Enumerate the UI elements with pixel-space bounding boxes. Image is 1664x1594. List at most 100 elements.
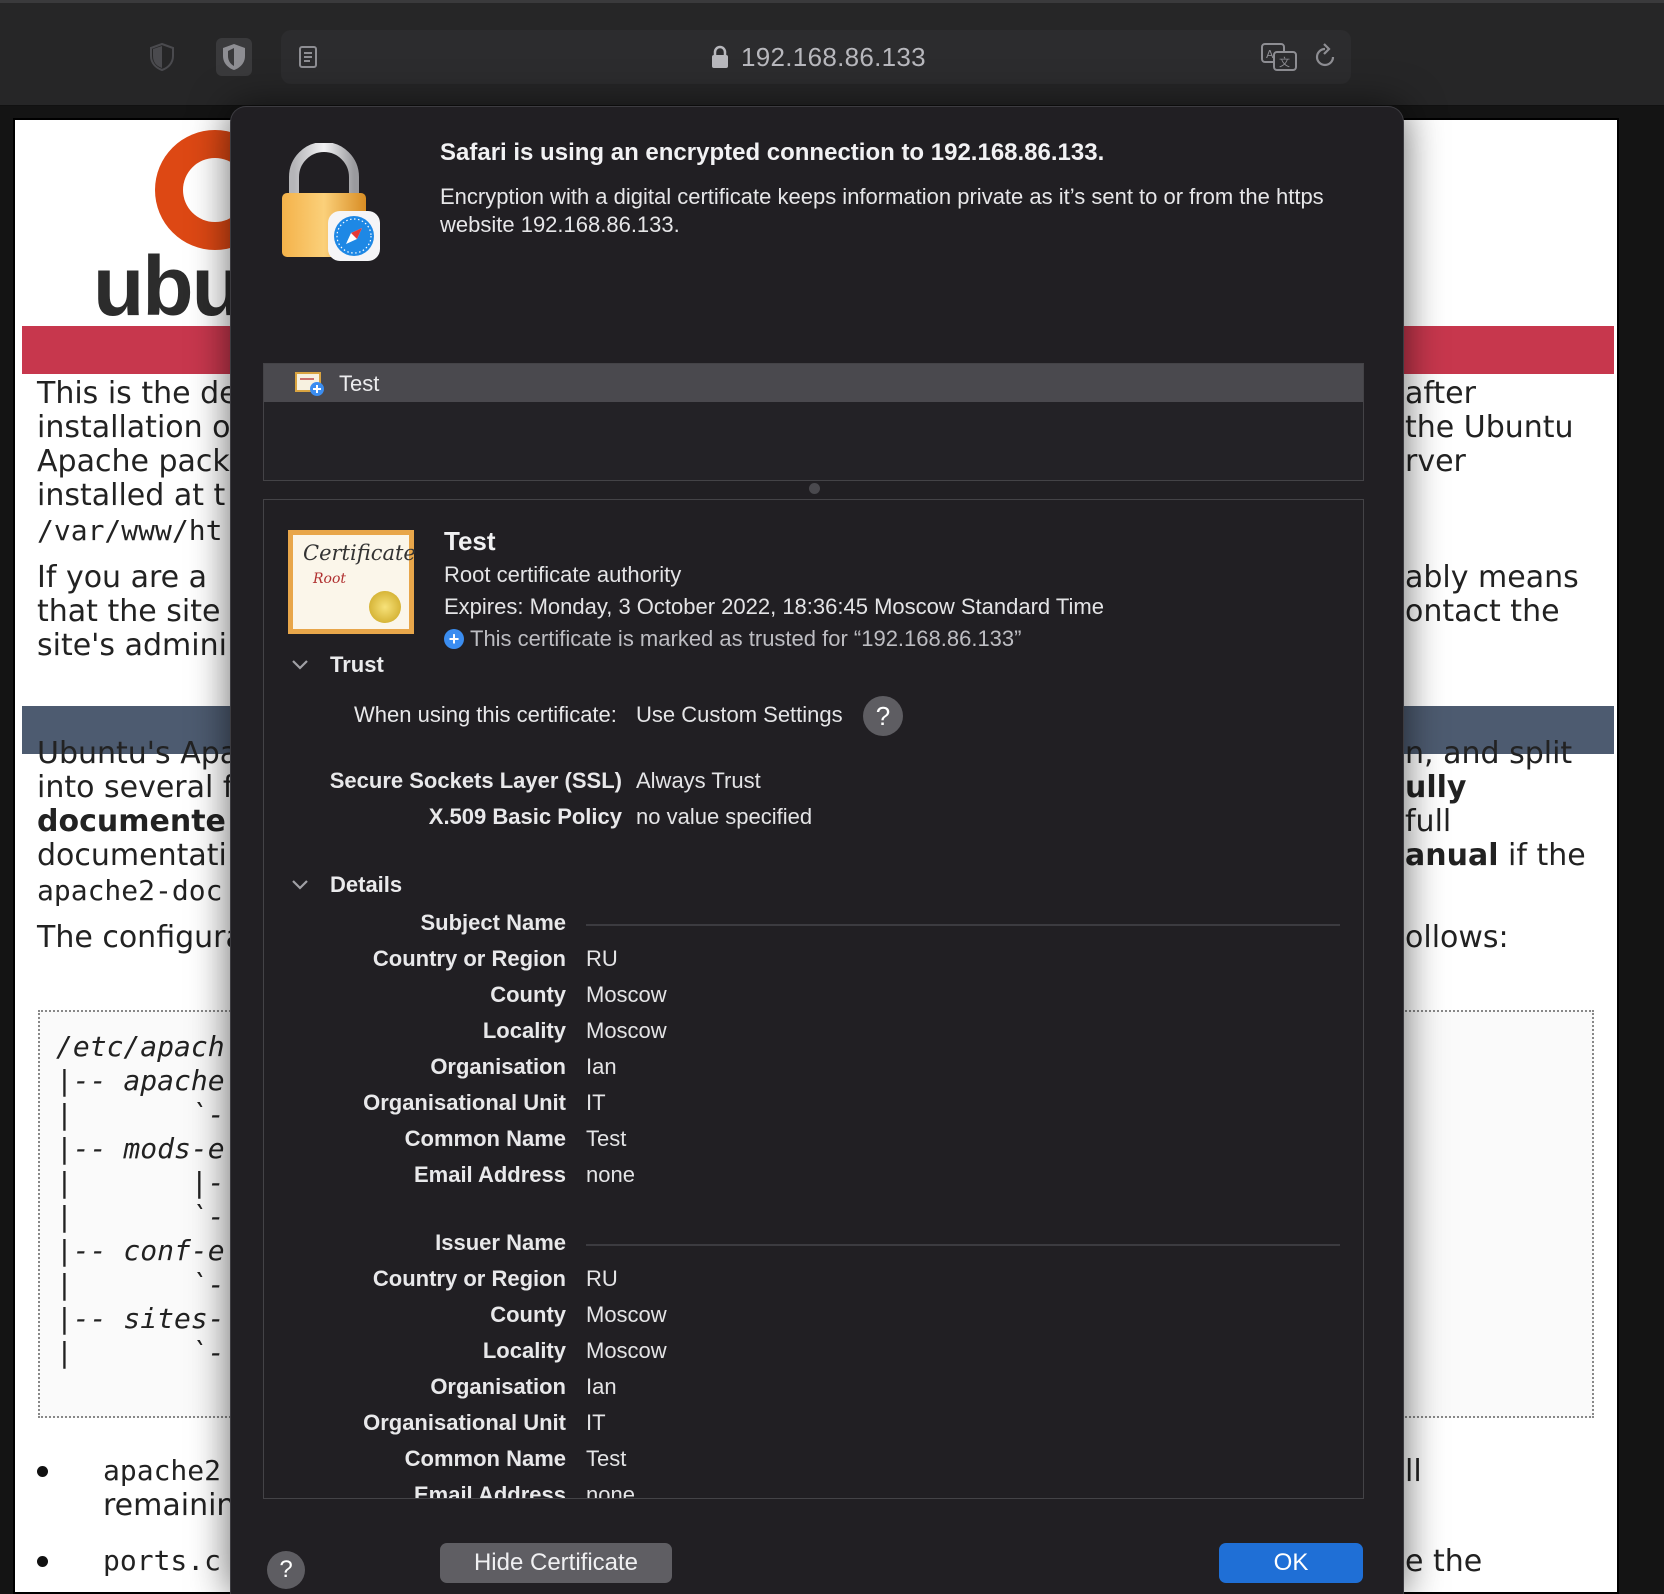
pane-splitter-handle[interactable] xyxy=(809,483,820,494)
overview-right-bold: ully xyxy=(1405,770,1467,805)
certificate-kind: Root certificate authority xyxy=(444,562,682,587)
tree-line: /etc/apach xyxy=(56,1030,225,1063)
subject-cn-label: Common Name xyxy=(404,1126,566,1151)
issuer-org-label: Organisation xyxy=(430,1374,566,1399)
overview-right-line: full xyxy=(1405,804,1452,839)
chain-item-label: Test xyxy=(339,371,380,396)
overview-right-line: anual if the xyxy=(1405,838,1586,874)
issuer-ou-value: IT xyxy=(586,1410,606,1435)
cert-image-sub: Root xyxy=(313,571,347,587)
intro2-line: that the site xyxy=(37,594,221,629)
privacy-shield-icon[interactable] xyxy=(144,38,180,76)
certificate-expiry: Expires: Monday, 3 October 2022, 18:36:4… xyxy=(444,594,1104,619)
intro-path: /var/www/ht xyxy=(37,514,223,547)
manual-link[interactable]: anual xyxy=(1405,838,1499,873)
subject-email-label: Email Address xyxy=(413,1162,566,1187)
trusted-plus-icon: + xyxy=(444,629,464,649)
trust-help-button[interactable]: ? xyxy=(863,696,903,736)
overview-mono: apache2-doc xyxy=(37,874,223,907)
subject-cn-value: Test xyxy=(586,1126,627,1151)
issuer-locality-value: Moscow xyxy=(586,1338,667,1363)
when-using-label: When using this certificate: xyxy=(354,702,617,727)
ok-button[interactable]: OK xyxy=(1219,1543,1363,1583)
help-button[interactable]: ? xyxy=(267,1551,305,1589)
secure-lock-icon[interactable] xyxy=(711,45,729,74)
svg-text:A: A xyxy=(1266,48,1274,61)
issuer-country-label: Country or Region xyxy=(372,1266,566,1291)
url-text[interactable]: 192.168.86.133 xyxy=(741,42,926,73)
logo-text: ubu xyxy=(93,239,243,333)
chain-item-test[interactable]: Test xyxy=(264,364,1363,402)
intro2-right-line: ably means xyxy=(1405,560,1579,595)
svg-text:文: 文 xyxy=(1279,55,1290,69)
subject-org-value: Ian xyxy=(586,1054,617,1079)
issuer-name-header: Issuer Name xyxy=(435,1230,566,1255)
subject-county-label: County xyxy=(490,982,566,1007)
overview-line: into several f xyxy=(37,770,234,805)
details-section-toggle[interactable]: Details xyxy=(288,872,402,898)
intro-line: This is the de xyxy=(37,376,238,411)
x509-select[interactable]: no value specified xyxy=(636,804,812,830)
certificate-name: Test xyxy=(444,526,496,556)
bullet2-right: e the xyxy=(1405,1544,1483,1579)
cert-image-title: Certificate xyxy=(303,541,416,565)
reload-icon[interactable] xyxy=(1313,43,1337,74)
subject-name-header: Subject Name xyxy=(420,910,567,935)
trusted-status: + This certificate is marked as trusted … xyxy=(444,626,1021,652)
certificate-dialog: Safari is using an encrypted connection … xyxy=(230,106,1404,1594)
subject-locality-value: Moscow xyxy=(586,1018,667,1043)
ssl-select[interactable]: Always Trust xyxy=(636,768,761,794)
tree-line: |-- sites- xyxy=(56,1302,225,1335)
tree-line: |-- mods-e xyxy=(56,1132,225,1165)
issuer-county-value: Moscow xyxy=(586,1302,667,1327)
intro-line: installation o xyxy=(37,410,231,445)
chevron-down-icon xyxy=(288,653,312,677)
intro2-right-line: ontact the xyxy=(1405,594,1560,629)
tree-line: |-- conf-e xyxy=(56,1234,225,1267)
subject-country-value: RU xyxy=(586,946,618,971)
extension-shield-icon[interactable] xyxy=(216,38,252,76)
subject-email-value: none xyxy=(586,1162,635,1187)
intro-line: Apache pack xyxy=(37,444,230,479)
certificate-detail-pane[interactable]: Certificate Root Test Root certificate a… xyxy=(263,499,1364,1499)
intro-right-line: after xyxy=(1405,376,1476,411)
subject-ou-label: Organisational Unit xyxy=(363,1090,566,1115)
dialog-title: Safari is using an encrypted connection … xyxy=(440,139,1105,166)
subject-locality-label: Locality xyxy=(482,1018,566,1043)
chevron-down-icon xyxy=(288,873,312,897)
certificate-image-icon: Certificate Root xyxy=(288,530,416,634)
intro-line: installed at t xyxy=(37,478,226,513)
tree-line: |-- apache xyxy=(56,1064,225,1097)
issuer-county-label: County xyxy=(490,1302,566,1327)
certificate-chain-list[interactable]: Test xyxy=(263,363,1364,481)
tree-line: | `- xyxy=(56,1200,225,1233)
overview-line: Ubuntu's Apa xyxy=(37,736,239,771)
intro2-line: If you are a xyxy=(37,560,208,595)
tree-line: | `- xyxy=(56,1098,225,1131)
issuer-email-value: none xyxy=(586,1482,635,1499)
config-intro-right: ollows: xyxy=(1405,920,1509,955)
subject-county-value: Moscow xyxy=(586,982,667,1007)
bullet-dot xyxy=(37,1556,48,1567)
dialog-description: Encryption with a digital certificate ke… xyxy=(440,184,1324,237)
issuer-locality-label: Locality xyxy=(482,1338,566,1363)
intro-right-line: rver xyxy=(1405,444,1466,479)
trust-section-toggle[interactable]: Trust xyxy=(288,652,384,678)
issuer-org-value: Ian xyxy=(586,1374,617,1399)
when-using-select[interactable]: Use Custom Settings xyxy=(636,702,843,728)
address-bar[interactable]: 192.168.86.133 A文 xyxy=(281,30,1351,84)
overview-right-tail: if the xyxy=(1498,838,1586,873)
hide-certificate-button[interactable]: Hide Certificate xyxy=(440,1543,672,1583)
overview-line: documentati xyxy=(37,838,227,873)
translate-icon[interactable]: A文 xyxy=(1261,43,1297,76)
trusted-status-text: This certificate is marked as trusted fo… xyxy=(470,626,1022,651)
reader-mode-icon[interactable] xyxy=(299,46,317,73)
issuer-ou-label: Organisational Unit xyxy=(363,1410,566,1435)
issuer-cn-label: Common Name xyxy=(404,1446,566,1471)
config-intro: The configura xyxy=(37,920,244,955)
intro2-line: site's admini xyxy=(37,628,227,663)
ssl-label: Secure Sockets Layer (SSL) xyxy=(329,768,622,793)
trust-header: Trust xyxy=(330,652,384,677)
tree-line: | `- xyxy=(56,1336,225,1369)
x509-label: X.509 Basic Policy xyxy=(428,804,622,829)
